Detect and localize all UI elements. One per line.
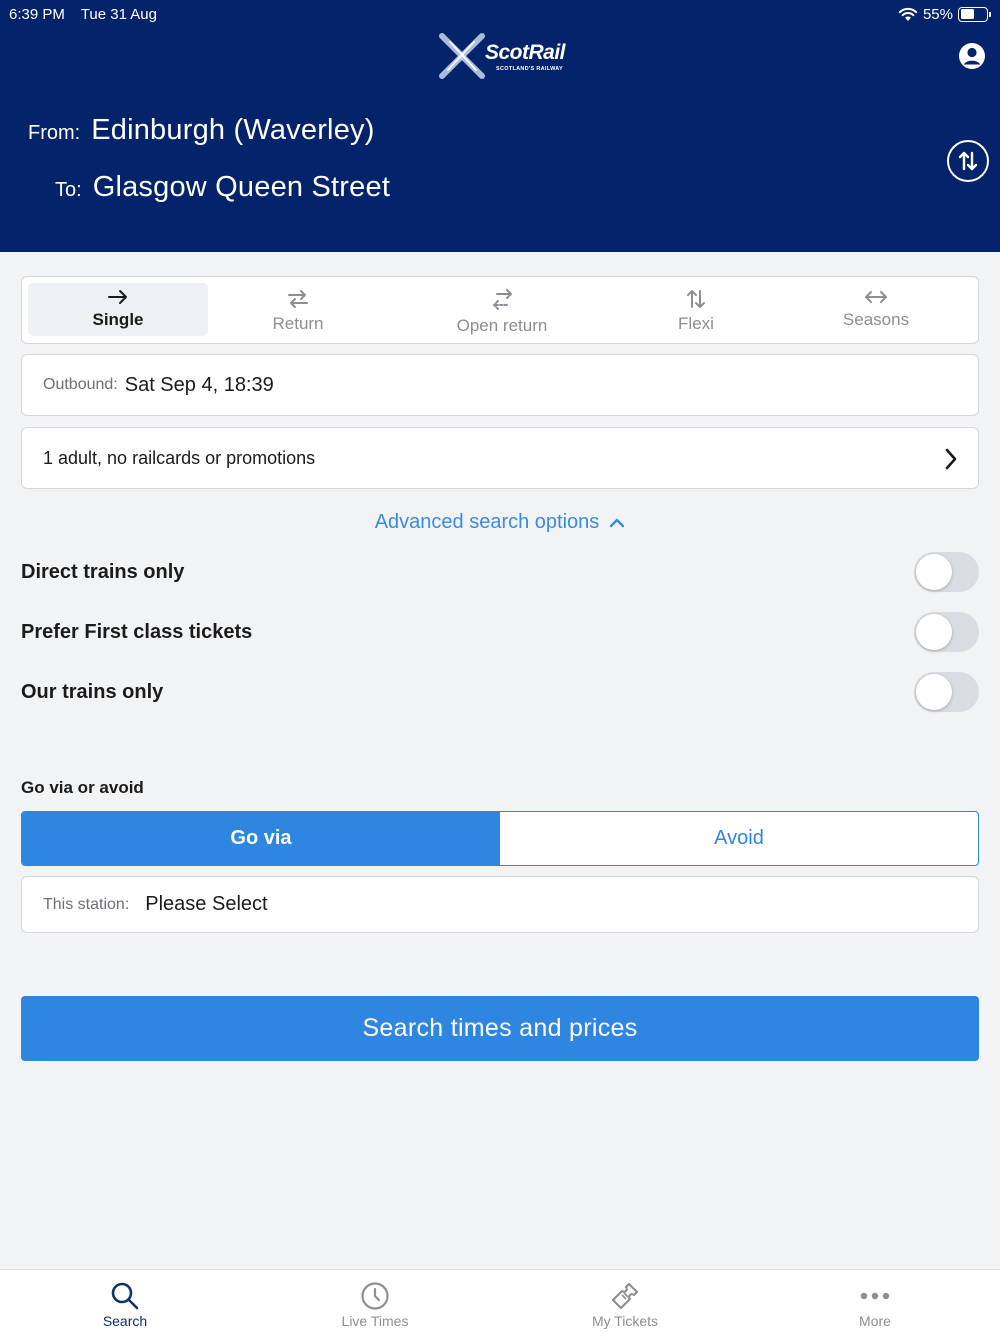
tab-seasons-label: Seasons [842, 310, 910, 329]
tab-single-label: Single [92, 310, 144, 329]
brand-name: ScotRail [485, 41, 566, 64]
arrows-exchange-icon [288, 290, 308, 308]
nav-more[interactable]: More [750, 1270, 1000, 1333]
go-via-button[interactable]: Go via [22, 812, 500, 865]
from-value[interactable]: Edinburgh (Waverley) [91, 114, 374, 147]
open-return-icon [493, 289, 512, 310]
nav-more-label: More [859, 1313, 891, 1329]
status-date: Tue 31 Aug [80, 5, 157, 23]
passengers-field[interactable]: 1 adult, no railcards or promotions [21, 427, 979, 489]
avoid-button[interactable]: Avoid [500, 812, 978, 865]
ticket-icon [611, 1282, 639, 1310]
chevron-up-icon [610, 518, 625, 527]
search-times-button[interactable]: Search times and prices [21, 996, 979, 1061]
tab-flexi-label: Flexi [678, 314, 714, 333]
search-icon [111, 1282, 139, 1310]
via-station-field[interactable]: This station: Please Select [21, 876, 979, 933]
from-label: From: [28, 122, 81, 144]
our-trains-switch[interactable] [914, 672, 979, 712]
tab-open-return[interactable]: Open return [402, 283, 602, 336]
chevron-right-icon [945, 448, 957, 470]
arrow-right-icon [108, 290, 127, 304]
nav-search[interactable]: Search [0, 1270, 250, 1333]
status-bar: 6:39 PM Tue 31 Aug 55% [9, 4, 991, 24]
advanced-search-toggle[interactable]: Advanced search options [0, 511, 1000, 534]
status-time: 6:39 PM [9, 5, 65, 23]
clock-icon [361, 1282, 389, 1310]
first-class-switch[interactable] [914, 612, 979, 652]
tab-open-return-label: Open return [456, 316, 548, 335]
toggle-row-our-trains: Our trains only [21, 672, 979, 712]
via-avoid-segmented-control: Go via Avoid [21, 811, 979, 866]
app-header: 6:39 PM Tue 31 Aug 55% ScotRail SCOTLAND… [0, 0, 1000, 252]
station-value: Please Select [145, 893, 268, 915]
nav-live-times-label: Live Times [341, 1313, 409, 1329]
tab-flexi[interactable]: Flexi [606, 283, 786, 336]
nav-live-times[interactable]: Live Times [250, 1270, 500, 1333]
tab-single[interactable]: Single [28, 283, 208, 336]
tab-seasons[interactable]: Seasons [786, 283, 966, 336]
swap-arrows-icon [958, 151, 978, 171]
outbound-label: Outbound: [43, 376, 118, 393]
swap-stations-button[interactable] [947, 140, 989, 182]
wifi-icon [898, 7, 918, 21]
outbound-date-field[interactable]: Outbound: Sat Sep 4, 18:39 [21, 354, 979, 416]
passengers-value: 1 adult, no railcards or promotions [43, 447, 316, 468]
toggle-row-direct-trains: Direct trains only [21, 552, 979, 592]
tab-return-label: Return [272, 314, 324, 333]
battery-percent: 55% [922, 5, 953, 23]
brand-tagline: SCOTLAND'S RAILWAY [496, 66, 564, 72]
tab-return[interactable]: Return [208, 283, 388, 336]
first-class-label: Prefer First class tickets [21, 620, 253, 643]
advanced-search-label: Advanced search options [374, 511, 600, 533]
battery-icon [958, 6, 991, 22]
more-dots-icon [860, 1292, 890, 1300]
direct-trains-switch[interactable] [914, 552, 979, 592]
outbound-value: Sat Sep 4, 18:39 [124, 373, 274, 396]
to-label: To: [55, 179, 82, 201]
bottom-tab-bar: Search Live Times My Tickets More [0, 1269, 1000, 1333]
to-value[interactable]: Glasgow Queen Street [93, 171, 390, 204]
from-station[interactable]: From: Edinburgh (Waverley) [28, 114, 375, 147]
station-label: This station: [43, 895, 130, 913]
arrows-up-down-icon [687, 290, 705, 308]
nav-my-tickets-label: My Tickets [591, 1313, 659, 1329]
to-station[interactable]: To: Glasgow Queen Street [55, 171, 390, 204]
account-icon[interactable] [958, 42, 986, 70]
our-trains-label: Our trains only [21, 680, 164, 703]
via-avoid-title: Go via or avoid [21, 778, 144, 797]
ticket-type-selector: Single Return Open return Flexi Seasons [21, 276, 979, 344]
nav-search-label: Search [102, 1313, 148, 1329]
arrow-left-right-icon [865, 291, 887, 303]
direct-trains-label: Direct trains only [21, 560, 185, 583]
nav-my-tickets[interactable]: My Tickets [500, 1270, 750, 1333]
toggle-row-first-class: Prefer First class tickets [21, 612, 979, 652]
